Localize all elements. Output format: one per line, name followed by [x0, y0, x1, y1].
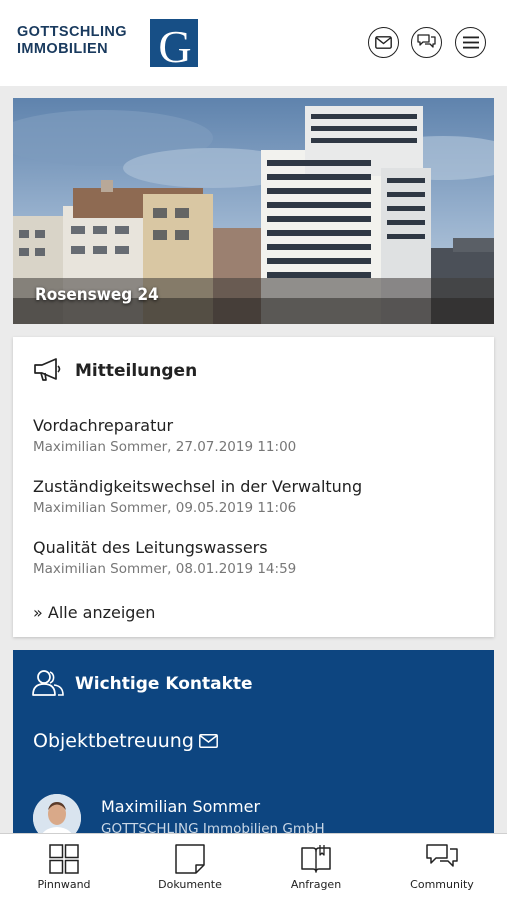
logo-g-icon: G — [158, 21, 191, 72]
message-title[interactable]: Zuständigkeitswechsel in der Verwaltung — [33, 477, 362, 496]
grid-icon — [49, 844, 79, 874]
mail-button[interactable] — [368, 27, 399, 58]
envelope-icon — [375, 36, 392, 49]
contact-name[interactable]: Maximilian Sommer — [101, 797, 260, 816]
message-meta: Maximilian Sommer, 27.07.2019 11:00 — [33, 439, 297, 455]
company-logo-text: GOTTSCHLING IMMOBILIEN — [17, 24, 127, 58]
hamburger-menu-icon — [462, 36, 479, 49]
tab-pinnwand[interactable]: Pinnwand — [1, 834, 127, 901]
object-management-link[interactable]: Objektbetreuung — [33, 730, 218, 752]
bottom-tab-bar: Pinnwand Dokumente Anfragen Community — [0, 833, 507, 901]
logo-letter: G — [158, 21, 191, 67]
messages-card: Mitteilungen Vordachreparatur Maximilian… — [13, 337, 494, 637]
app-header: GOTTSCHLING IMMOBILIEN G — [0, 0, 507, 86]
message-title[interactable]: Vordachreparatur — [33, 416, 173, 435]
tab-anfragen[interactable]: Anfragen — [253, 834, 379, 901]
messages-title: Mitteilungen — [75, 361, 198, 381]
envelope-icon — [198, 734, 218, 748]
chat-button[interactable] — [411, 27, 442, 58]
tab-label: Dokumente — [158, 878, 222, 891]
menu-button[interactable] — [455, 27, 486, 58]
contacts-panel: Wichtige Kontakte Objektbetreuung Maximi… — [13, 650, 494, 840]
tab-label: Anfragen — [290, 878, 342, 891]
message-meta: Maximilian Sommer, 09.05.2019 11:06 — [33, 500, 297, 516]
message-meta: Maximilian Sommer, 08.01.2019 14:59 — [33, 561, 297, 577]
book-icon — [301, 845, 331, 873]
show-all-link[interactable]: » Alle anzeigen — [33, 603, 155, 622]
megaphone-icon — [34, 358, 61, 381]
company-logo-mark: G — [150, 19, 198, 72]
logo-line-2: IMMOBILIEN — [17, 41, 108, 57]
chat-icon — [425, 844, 458, 867]
object-management-label: Objektbetreuung — [33, 730, 194, 752]
document-icon — [175, 844, 205, 874]
property-name: Rosensweg 24 — [35, 285, 159, 305]
contacts-title: Wichtige Kontakte — [75, 674, 253, 694]
message-title[interactable]: Qualität des Leitungswassers — [33, 538, 268, 557]
tab-dokumente[interactable]: Dokumente — [127, 834, 253, 901]
property-hero-image[interactable]: Rosensweg 24 — [13, 98, 494, 324]
chat-bubbles-icon — [417, 34, 436, 48]
people-icon — [32, 670, 64, 696]
tab-community[interactable]: Community — [379, 834, 505, 901]
logo-line-1: GOTTSCHLING — [17, 24, 127, 40]
tab-label: Community — [410, 878, 474, 891]
tab-label: Pinnwand — [37, 878, 91, 891]
